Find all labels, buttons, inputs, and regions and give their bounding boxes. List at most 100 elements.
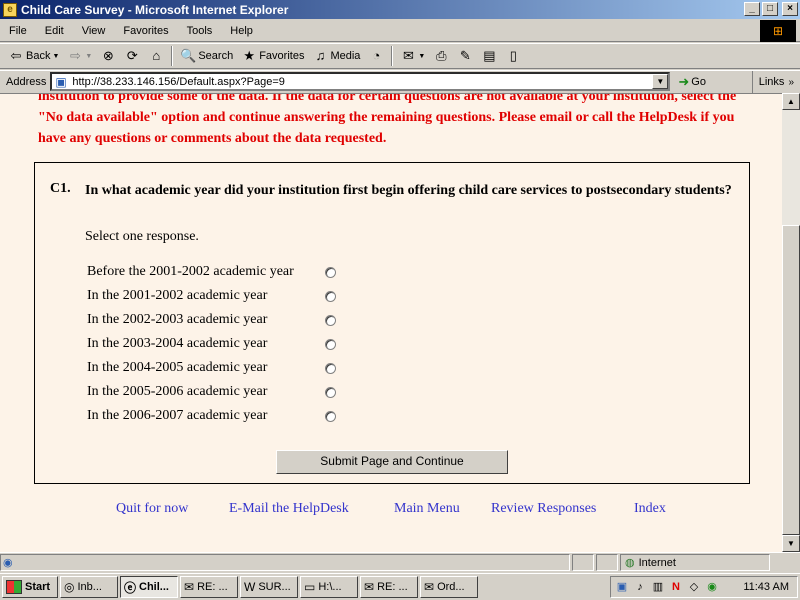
security-zone: ◍ Internet bbox=[620, 554, 770, 571]
option-radio[interactable] bbox=[325, 362, 336, 374]
option-radio[interactable] bbox=[325, 410, 336, 422]
option-radio[interactable] bbox=[325, 314, 336, 326]
taskbar-button-survey[interactable]: W SUR... bbox=[240, 576, 298, 598]
option-label: In the 2002-2003 academic year bbox=[87, 312, 268, 327]
scroll-up-button[interactable]: ▲ bbox=[782, 93, 800, 110]
print-button[interactable]: ⎙ bbox=[429, 45, 453, 67]
taskbar-button-re1[interactable]: ✉ RE: ... bbox=[180, 576, 238, 598]
response-option: In the 2005-2006 academic year bbox=[87, 380, 336, 404]
refresh-button[interactable]: ⟳ bbox=[120, 45, 144, 67]
option-radio[interactable] bbox=[325, 266, 336, 278]
option-label: In the 2003-2004 academic year bbox=[87, 336, 268, 351]
menu-bar: File Edit View Favorites Tools Help ⊞ bbox=[0, 20, 800, 42]
edit-button[interactable]: ✎ bbox=[453, 45, 477, 67]
maximize-button[interactable]: □ bbox=[762, 2, 778, 16]
taskbar-button-childcare[interactable]: ⓔ Chil... bbox=[120, 576, 178, 598]
print-icon: ⎙ bbox=[436, 48, 447, 63]
menu-favorites[interactable]: Favorites bbox=[114, 25, 177, 37]
history-button[interactable]: ◔ bbox=[364, 45, 388, 67]
tray-app-icon[interactable]: ▣ bbox=[615, 580, 629, 594]
minimize-button[interactable]: _ bbox=[744, 2, 760, 16]
search-button[interactable]: 🔍 Search bbox=[176, 45, 237, 67]
scroll-down-button[interactable]: ▼ bbox=[782, 535, 800, 552]
option-label: In the 2001-2002 academic year bbox=[87, 288, 268, 303]
tray-update-icon[interactable]: ◉ bbox=[705, 580, 719, 594]
footer-links: Quit for now E-Mail the HelpDesk Main Me… bbox=[0, 501, 782, 521]
mail-icon: ✉ bbox=[424, 580, 435, 594]
discuss-button[interactable]: ▤ bbox=[477, 45, 501, 67]
media-button[interactable]: ♫ Media bbox=[308, 45, 364, 67]
taskbar-button-folder[interactable]: ▭ H:\... bbox=[300, 576, 358, 598]
scroll-thumb[interactable] bbox=[782, 225, 800, 535]
forward-dropdown-icon[interactable]: ▼ bbox=[85, 53, 92, 60]
stop-icon: ⊗ bbox=[102, 48, 114, 63]
inbox-icon: ◎ bbox=[64, 580, 75, 594]
response-option: In the 2001-2002 academic year bbox=[87, 284, 336, 308]
favorites-icon: ★ bbox=[243, 48, 256, 63]
title-bar: e Child Care Survey - Microsoft Internet… bbox=[0, 0, 800, 19]
favorites-button[interactable]: ★ Favorites bbox=[237, 45, 308, 67]
address-input[interactable] bbox=[72, 75, 653, 88]
volume-icon[interactable]: ♪ bbox=[633, 580, 647, 594]
email-helpdesk-link[interactable]: E-Mail the HelpDesk bbox=[229, 501, 349, 517]
menu-help[interactable]: Help bbox=[221, 25, 262, 37]
address-field[interactable]: ▣ ▼ bbox=[50, 72, 671, 91]
antivirus-icon[interactable]: N bbox=[669, 580, 683, 594]
home-icon: ⌂ bbox=[152, 48, 161, 63]
clock: 11:43 AM bbox=[743, 581, 789, 593]
response-option: Before the 2001-2002 academic year bbox=[87, 260, 336, 284]
option-radio[interactable] bbox=[325, 290, 336, 302]
taskbar: Start ◎ Inb... ⓔ Chil... ✉ RE: ... W SUR… bbox=[0, 573, 800, 600]
history-icon: ◔ bbox=[372, 48, 381, 63]
menu-file[interactable]: File bbox=[0, 25, 36, 37]
close-button[interactable]: × bbox=[782, 2, 798, 16]
forward-button[interactable]: ⇨ ▼ bbox=[63, 45, 96, 67]
taskbar-button-order[interactable]: ✉ Ord... bbox=[420, 576, 478, 598]
go-arrow-icon: ➜ bbox=[678, 73, 690, 89]
home-button[interactable]: ⌂ bbox=[144, 45, 168, 67]
review-responses-link[interactable]: Review Responses bbox=[491, 501, 596, 517]
option-radio[interactable] bbox=[325, 338, 336, 350]
back-arrow-icon: ⇦ bbox=[10, 48, 22, 63]
vertical-scrollbar[interactable]: ▲ ▼ bbox=[782, 93, 800, 552]
globe-icon: ◍ bbox=[625, 557, 635, 569]
stop-button[interactable]: ⊗ bbox=[96, 45, 120, 67]
go-button[interactable]: ➜ Go bbox=[678, 74, 706, 90]
back-dropdown-icon[interactable]: ▼ bbox=[52, 53, 59, 60]
option-radio[interactable] bbox=[325, 386, 336, 398]
submit-button[interactable]: Submit Page and Continue bbox=[276, 450, 508, 474]
taskbar-button-inbox[interactable]: ◎ Inb... bbox=[60, 576, 118, 598]
menu-view[interactable]: View bbox=[73, 25, 115, 37]
network-icon[interactable]: ▥ bbox=[651, 580, 665, 594]
index-link[interactable]: Index bbox=[634, 501, 666, 517]
links-button[interactable]: Links » bbox=[751, 71, 800, 93]
word-icon: W bbox=[244, 580, 256, 594]
folder-icon: ▭ bbox=[304, 580, 316, 594]
taskbar-button-re2[interactable]: ✉ RE: ... bbox=[360, 576, 418, 598]
address-dropdown-icon[interactable]: ▼ bbox=[652, 74, 669, 89]
status-segment bbox=[572, 554, 594, 571]
mail-button[interactable]: ✉ ▼ bbox=[396, 45, 429, 67]
response-option: In the 2004-2005 academic year bbox=[87, 356, 336, 380]
response-option: In the 2003-2004 academic year bbox=[87, 332, 336, 356]
address-bar: Address ▣ ▼ ➜ Go Links » bbox=[0, 70, 800, 93]
menu-tools[interactable]: Tools bbox=[178, 25, 222, 37]
edit-icon: ✎ bbox=[459, 48, 471, 63]
tray-tool-icon[interactable]: ◇ bbox=[687, 580, 701, 594]
app-icon: e bbox=[3, 2, 17, 17]
quit-link[interactable]: Quit for now bbox=[116, 501, 188, 517]
page-icon: ▣ bbox=[55, 74, 67, 89]
status-main: ◉ bbox=[0, 554, 570, 571]
question-box: C1. In what academic year did your insti… bbox=[34, 162, 750, 484]
discuss-icon: ▤ bbox=[483, 48, 496, 63]
start-button[interactable]: Start bbox=[2, 576, 58, 598]
instructions-text: institution to provide some of the data.… bbox=[38, 93, 737, 146]
messenger-button[interactable]: ▯ bbox=[501, 45, 525, 67]
option-label: In the 2006-2007 academic year bbox=[87, 408, 268, 423]
mail-dropdown-icon[interactable]: ▼ bbox=[418, 53, 425, 60]
menu-edit[interactable]: Edit bbox=[36, 25, 73, 37]
main-menu-link[interactable]: Main Menu bbox=[394, 501, 460, 517]
back-button[interactable]: ⇦ Back ▼ bbox=[4, 45, 63, 67]
mail-icon: ✉ bbox=[364, 580, 375, 594]
response-option: In the 2002-2003 academic year bbox=[87, 308, 336, 332]
